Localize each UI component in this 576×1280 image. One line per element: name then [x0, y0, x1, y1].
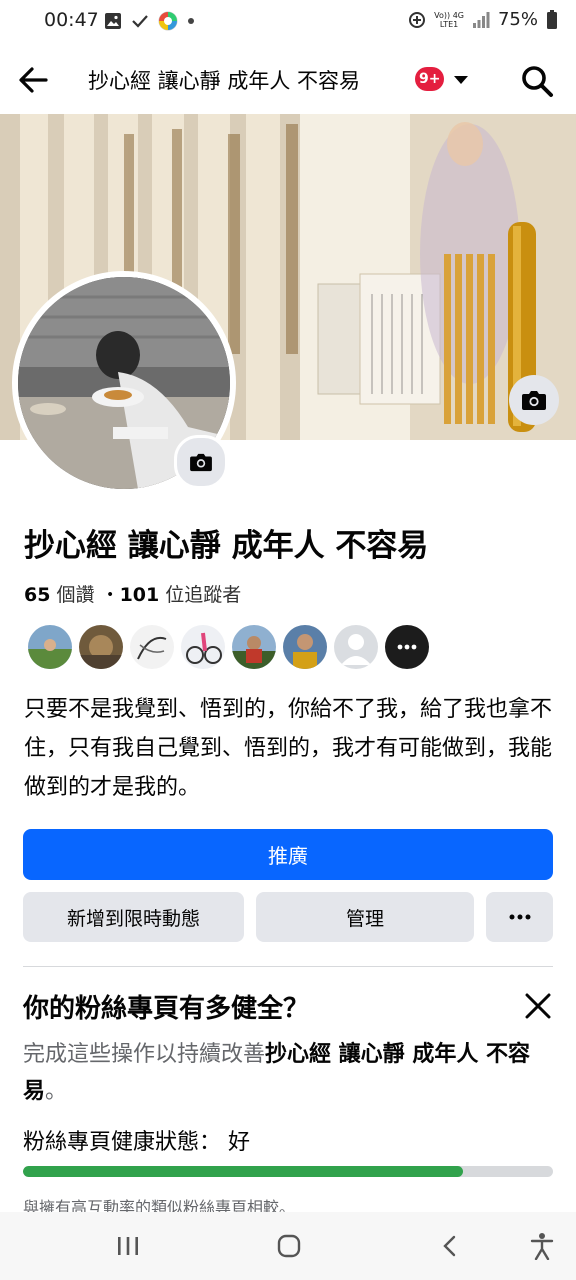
- status-icons-left: [104, 11, 195, 31]
- followers-count: 101: [119, 584, 160, 606]
- follower-avatar[interactable]: [283, 625, 327, 669]
- system-nav-bar: [0, 1212, 576, 1280]
- dot-icon: [188, 18, 194, 24]
- accessibility-button[interactable]: [522, 1226, 562, 1266]
- health-status-label: 粉絲專頁健康狀態：: [23, 1130, 222, 1155]
- camera-icon: [522, 391, 546, 410]
- close-icon[interactable]: [522, 990, 554, 1022]
- gallery-icon: [105, 13, 121, 29]
- health-status-value: 好: [228, 1130, 251, 1155]
- back-chevron-icon: [443, 1235, 456, 1257]
- page-bio: 只要不是我覺到、悟到的，你給不了我，給了我也拿不住，只有我自己覺到、悟到的，我才…: [24, 697, 553, 800]
- cover-camera-button[interactable]: [509, 375, 559, 425]
- follower-avatar[interactable]: [181, 625, 225, 669]
- promote-button[interactable]: 推廣: [23, 829, 553, 880]
- app-header: 抄心經 讓心靜 成年人 不容易 9+: [0, 44, 576, 114]
- follower-avatar[interactable]: [232, 625, 276, 669]
- app-logo-icon: [158, 11, 178, 31]
- follower-facepile[interactable]: [28, 625, 429, 669]
- follower-avatar[interactable]: [130, 625, 174, 669]
- home-icon: [277, 1234, 301, 1258]
- recent-apps-button[interactable]: [108, 1226, 148, 1266]
- check-icon: [132, 15, 148, 28]
- likes-label: 個讚: [56, 584, 95, 606]
- header-title[interactable]: 抄心經 讓心靜 成年人 不容易: [88, 65, 360, 95]
- battery-icon: [547, 9, 557, 29]
- status-time: 00:47: [44, 9, 99, 31]
- more-icon: [397, 644, 417, 650]
- health-progress-bar: [23, 1166, 553, 1177]
- more-options-button[interactable]: [486, 892, 553, 942]
- health-card-title: 你的粉絲專頁有多健全？: [23, 994, 310, 1024]
- back-arrow-icon[interactable]: [14, 60, 54, 100]
- health-status: 粉絲專頁健康狀態： 好: [23, 1124, 250, 1156]
- page-title: 抄心經 讓心靜 成年人 不容易: [24, 528, 429, 564]
- follower-avatar[interactable]: [334, 625, 378, 669]
- health-card-description: 完成這些操作以持續改善抄心經 讓心靜 成年人 不容易。: [23, 1036, 543, 1110]
- follower-avatar[interactable]: [79, 625, 123, 669]
- status-icons-right: Vo)) 4G LTE1 75%: [408, 9, 558, 30]
- accessibility-icon: [530, 1233, 554, 1260]
- more-followers-button[interactable]: [385, 625, 429, 669]
- health-desc-prefix: 完成這些操作以持續改善: [23, 1042, 266, 1067]
- divider: [23, 966, 553, 967]
- back-button[interactable]: [430, 1226, 470, 1266]
- more-icon: [509, 914, 530, 920]
- stats-separator: ・: [100, 584, 120, 606]
- camera-icon: [190, 453, 212, 472]
- signal-icon: [472, 11, 490, 28]
- health-desc-suffix: 。: [45, 1079, 68, 1104]
- page-stats[interactable]: 65 個讚 ・101 位追蹤者: [24, 580, 241, 607]
- follower-avatar[interactable]: [28, 625, 72, 669]
- manage-button[interactable]: 管理: [256, 892, 474, 942]
- home-button[interactable]: [269, 1226, 309, 1266]
- add-to-story-button[interactable]: 新增到限時動態: [23, 892, 244, 942]
- battery-percent: 75%: [497, 9, 538, 30]
- status-bar: 00:47 Vo)) 4G LTE1 75%: [0, 0, 576, 40]
- notification-badge[interactable]: 9+: [415, 67, 445, 91]
- health-progress-fill: [23, 1166, 463, 1177]
- likes-count: 65: [24, 584, 51, 606]
- network-label: Vo)) 4G LTE1: [434, 10, 464, 29]
- followers-label: 位追蹤者: [165, 584, 242, 606]
- caret-down-icon[interactable]: [451, 70, 471, 90]
- recent-apps-icon: [118, 1237, 138, 1255]
- data-saver-icon: [409, 11, 426, 28]
- avatar-camera-button[interactable]: [174, 435, 228, 489]
- search-icon[interactable]: [518, 62, 556, 100]
